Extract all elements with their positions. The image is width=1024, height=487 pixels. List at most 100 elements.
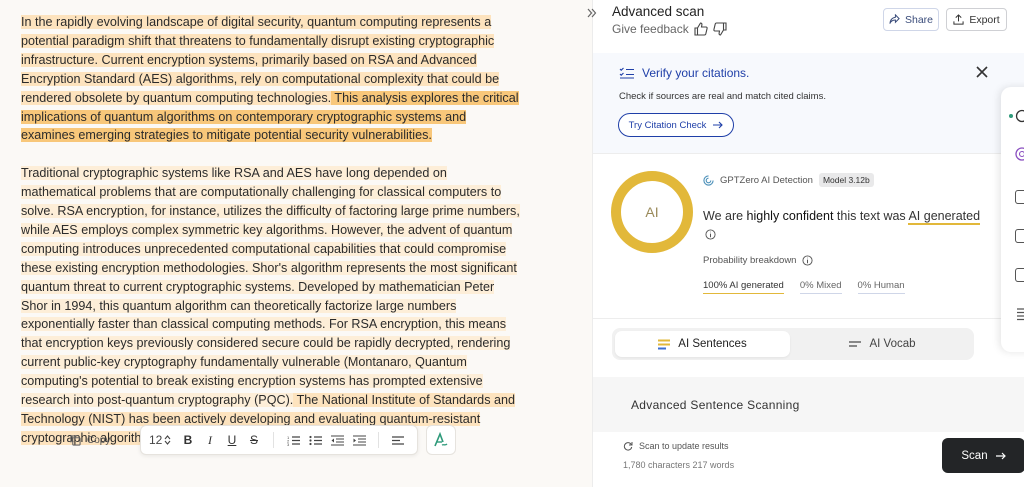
share-button[interactable]: Share xyxy=(883,8,939,31)
scan-label: Scan xyxy=(961,449,988,462)
format-toolbar-main: 12 B I U S 123 xyxy=(140,425,418,455)
citation-button-label: Try Citation Check xyxy=(628,119,707,131)
document-icon[interactable] xyxy=(1015,190,1024,204)
double-chevron-right-icon xyxy=(587,8,597,18)
verdict-label: AI generated xyxy=(908,209,981,225)
checklist-icon xyxy=(619,67,634,79)
font-size-select[interactable]: 12 xyxy=(149,433,177,447)
bullet-list-button[interactable] xyxy=(304,429,326,451)
probability-title: Probability breakdown xyxy=(703,255,797,266)
notes-icon[interactable] xyxy=(1015,268,1024,282)
verdict-part: this text was xyxy=(833,209,909,223)
indent-button[interactable] xyxy=(348,429,370,451)
document-editor[interactable]: In the rapidly evolving landscape of dig… xyxy=(0,0,592,487)
thumbs-down-icon[interactable] xyxy=(713,22,727,36)
update-hint: Scan to update results xyxy=(623,441,729,451)
copy-label: Copy xyxy=(87,434,111,446)
ring-label: AI xyxy=(645,204,659,220)
feedback-label: Give feedback xyxy=(612,22,689,36)
refresh-icon xyxy=(623,442,633,451)
outdent-icon xyxy=(330,434,344,446)
rail-item-target[interactable] xyxy=(1015,147,1024,166)
vocab-icon xyxy=(849,341,862,347)
strikethrough-button[interactable]: S xyxy=(243,429,265,451)
svg-text:3: 3 xyxy=(287,442,290,446)
prob-ai-generated: 100% AI generated xyxy=(703,280,784,294)
outdent-button[interactable] xyxy=(326,429,348,451)
ai-score-ring: AI xyxy=(611,171,693,253)
result-tabs: AI Sentences AI Vocab xyxy=(612,328,974,360)
citation-description: Check if sources are real and match cite… xyxy=(619,91,826,102)
toolbar-divider xyxy=(273,432,274,448)
character-word-count: 1,780 characters 217 words xyxy=(623,460,735,470)
target-icon xyxy=(1015,147,1024,161)
verdict-part: We are xyxy=(703,209,747,223)
export-label: Export xyxy=(969,13,1000,26)
tab-label: AI Vocab xyxy=(869,338,916,350)
export-icon xyxy=(953,14,964,25)
align-button[interactable] xyxy=(387,429,409,451)
font-size-value: 12 xyxy=(149,433,163,447)
italic-button[interactable]: I xyxy=(199,429,221,451)
align-left-icon xyxy=(392,435,404,445)
scan-button[interactable]: Scan xyxy=(942,438,1024,473)
underline-button[interactable]: U xyxy=(221,429,243,451)
ai-assist-button[interactable] xyxy=(426,425,456,455)
detector-name: GPTZero AI Detection xyxy=(720,174,813,186)
sentences-icon xyxy=(658,339,671,349)
info-icon[interactable] xyxy=(802,255,814,266)
rail-item-list[interactable] xyxy=(1015,307,1024,326)
citation-title-row: Verify your citations. xyxy=(619,66,749,80)
share-label: Share xyxy=(904,13,934,26)
close-banner-button[interactable] xyxy=(976,63,988,83)
feedback-row: Give feedback xyxy=(612,22,727,36)
paragraph-1: In the rapidly evolving landscape of dig… xyxy=(21,13,521,145)
copy-button[interactable]: Copy xyxy=(70,435,140,446)
app-root: In the rapidly evolving landscape of dig… xyxy=(0,0,1024,487)
citation-banner: Verify your citations. Check if sources … xyxy=(593,53,1024,153)
numbered-list-icon: 123 xyxy=(287,435,300,446)
probability-title-row: Probability breakdown xyxy=(703,255,814,266)
tab-ai-sentences[interactable]: AI Sentences xyxy=(615,331,790,357)
arrow-right-icon xyxy=(995,452,1006,459)
section-title: Advanced Sentence Scanning xyxy=(631,398,800,412)
citation-title: Verify your citations. xyxy=(642,66,750,80)
scan-tool-icon xyxy=(1015,109,1024,123)
prob-mixed: 0% Mixed xyxy=(799,280,842,294)
toolbar-divider xyxy=(378,432,379,448)
confidence-level: highly confident xyxy=(746,209,834,223)
tab-ai-vocab[interactable]: AI Vocab xyxy=(795,331,970,357)
ai-pen-icon xyxy=(434,432,448,447)
indent-icon xyxy=(352,434,366,446)
highlight-light: Traditional cryptographic systems like R… xyxy=(21,166,520,408)
bold-button[interactable]: B xyxy=(177,429,199,451)
thumbs-up-icon[interactable] xyxy=(694,22,708,36)
numbered-list-button[interactable]: 123 xyxy=(282,429,304,451)
copy-icon xyxy=(70,434,81,446)
rail-item-active[interactable] xyxy=(1009,109,1024,123)
close-icon xyxy=(976,66,988,78)
prob-human: 0% Human xyxy=(857,280,905,294)
export-button[interactable]: Export xyxy=(946,8,1007,31)
gptzero-logo-icon xyxy=(703,174,714,186)
panel-title: Advanced scan xyxy=(612,4,705,19)
divider xyxy=(593,318,1024,319)
bullet-list-icon xyxy=(308,435,322,445)
try-citation-check-button[interactable]: Try Citation Check xyxy=(618,113,734,137)
scan-panel: Advanced scan Give feedback Share Export… xyxy=(587,0,1024,487)
stepper-icon xyxy=(164,435,171,445)
active-dot xyxy=(1009,114,1013,118)
model-badge: Model 3.12b xyxy=(818,173,874,187)
list-icon xyxy=(1017,308,1024,321)
format-toolbar: Copy 12 B I U S 123 xyxy=(60,425,472,455)
arrow-right-icon xyxy=(713,121,724,129)
paragraph-2: Traditional cryptographic systems like R… xyxy=(21,164,521,448)
collapse-panel-button[interactable] xyxy=(587,6,601,21)
edit-icon[interactable] xyxy=(1015,229,1024,243)
verdict-text: We are highly confident this text was AI… xyxy=(703,207,993,245)
panel-footer: Scan to update results 1,780 characters … xyxy=(593,432,1024,487)
probability-breakdown: 100% AI generated 0% Mixed 0% Human xyxy=(703,280,905,294)
tab-label: AI Sentences xyxy=(678,338,747,350)
info-icon[interactable] xyxy=(705,229,716,240)
document-text[interactable]: In the rapidly evolving landscape of dig… xyxy=(21,13,521,448)
